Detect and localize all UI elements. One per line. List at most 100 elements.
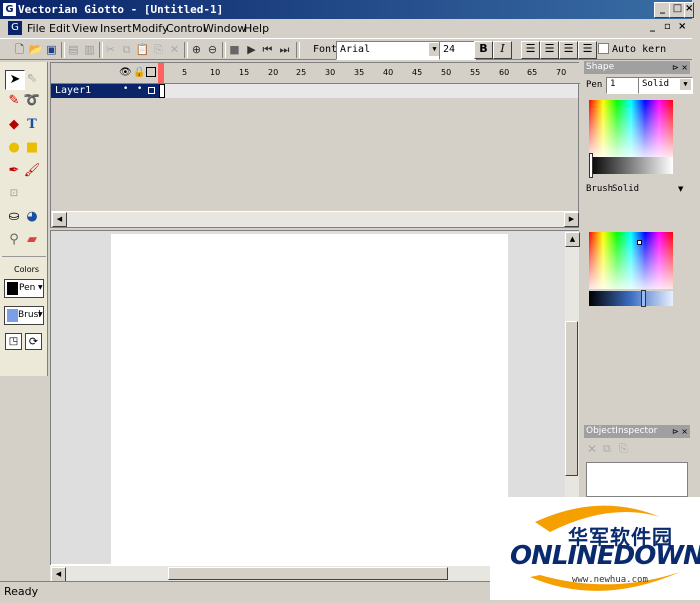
brush-style-value[interactable]: Solid (612, 184, 639, 194)
stop-icon[interactable]: ■ (227, 42, 242, 57)
paste-special-icon[interactable]: ⎘ (151, 42, 166, 57)
zoom-out-icon[interactable]: ⊖ (205, 42, 220, 57)
align-center-icon[interactable]: ☰ (540, 41, 559, 59)
justify-icon[interactable]: ☰ (578, 41, 597, 59)
menu-window[interactable]: Window (203, 22, 246, 35)
pencil-icon[interactable]: ✎ (5, 92, 23, 110)
save-icon[interactable]: ▣ (44, 42, 59, 57)
copy-icon[interactable]: ⧉ (119, 42, 134, 57)
pin-icon[interactable]: ⊳ (672, 63, 679, 72)
document-icon[interactable]: G (8, 21, 22, 35)
zoom-in-icon[interactable]: ⊕ (189, 42, 204, 57)
playhead[interactable] (158, 63, 164, 83)
italic-button[interactable]: I (493, 41, 512, 59)
menu-control[interactable]: Control (166, 22, 206, 35)
menu-file[interactable]: File (27, 22, 45, 35)
font-select[interactable]: Arial ▼ (336, 41, 442, 60)
menu-edit[interactable]: Edit (49, 22, 70, 35)
layer-lock-dot[interactable]: • (137, 84, 142, 94)
auto-kern-checkbox[interactable] (598, 43, 609, 54)
pin-icon[interactable]: ⊳ (672, 427, 679, 436)
pen-color-spectrum[interactable] (589, 100, 673, 157)
align-left-icon[interactable]: ☰ (521, 41, 540, 59)
eye-icon[interactable]: 👁 (119, 67, 132, 78)
delete-icon[interactable]: ✕ (167, 42, 182, 57)
chevron-down-icon[interactable]: ▼ (678, 185, 683, 193)
stage-canvas[interactable] (111, 234, 508, 565)
brush-color-select[interactable]: Brusl ▼ (4, 306, 44, 325)
oval-icon[interactable]: ● (5, 139, 23, 157)
arrow-select-icon[interactable]: ➤ (5, 70, 25, 90)
inspector-list[interactable] (586, 462, 688, 497)
forward-icon[interactable]: ⏭ (277, 42, 292, 57)
brush-icon[interactable]: 🖌 (23, 162, 41, 180)
subselect-icon[interactable]: ⇖ (23, 70, 41, 88)
paste-icon[interactable]: 📋 (135, 42, 150, 57)
transform-icon[interactable]: ⊡ (5, 185, 23, 203)
bold-button[interactable]: B (474, 41, 493, 59)
font-size-input[interactable]: 24 (439, 41, 476, 60)
scroll-thumb[interactable] (565, 321, 578, 476)
ink-bottle-icon[interactable]: ◕ (23, 208, 41, 226)
menu-help[interactable]: Help (244, 22, 269, 35)
layer-name[interactable]: Layer1 (51, 84, 159, 98)
pen-tool-icon[interactable]: ✒ (5, 162, 23, 180)
doc-minimize-button[interactable]: _ (650, 21, 655, 32)
swap-colors-icon[interactable]: ⟳ (25, 333, 42, 350)
frame-number: 35 (354, 68, 365, 77)
slider-handle[interactable] (641, 290, 646, 307)
pen-color-select[interactable]: Pen ▼ (4, 279, 44, 298)
play-icon[interactable]: ▶ (244, 42, 259, 57)
close-icon[interactable]: × (681, 427, 688, 436)
pen-style-select[interactable]: Solid ▼ (638, 77, 693, 94)
frame-number: 65 (527, 68, 538, 77)
eraser-icon[interactable]: ▰ (23, 231, 41, 249)
new-file-icon[interactable]: 🗋 (12, 42, 27, 57)
default-colors-icon[interactable]: ◳ (5, 333, 22, 350)
scroll-right-icon[interactable]: ▶ (564, 212, 579, 227)
brush-color-spectrum[interactable] (589, 232, 673, 289)
scroll-up-icon[interactable]: ▲ (565, 232, 580, 247)
print-preview-icon[interactable]: ▥ (82, 42, 97, 57)
lasso-icon[interactable]: ➰ (23, 92, 41, 110)
layer-visible-dot[interactable]: • (123, 84, 128, 94)
cut-icon[interactable]: ✂ (103, 42, 118, 57)
chevron-down-icon[interactable]: ▼ (680, 79, 691, 90)
close-icon[interactable]: × (681, 63, 688, 72)
scroll-thumb[interactable] (168, 567, 448, 580)
slider-handle[interactable] (589, 153, 593, 178)
inspector-panel-title: ObjectInspector (586, 426, 658, 436)
close-button[interactable]: × (684, 2, 694, 18)
keyframe-cell[interactable] (159, 84, 165, 98)
text-tool-icon[interactable]: T (23, 116, 41, 134)
print-icon[interactable]: ▤ (66, 42, 81, 57)
app-icon[interactable]: G (3, 3, 16, 16)
timeline-hscrollbar[interactable]: ◀ ▶ (51, 211, 579, 227)
rectangle-icon[interactable]: ■ (23, 139, 41, 157)
stage-hscrollbar[interactable]: ◀ (50, 565, 490, 582)
pen-brightness-bar[interactable] (589, 153, 673, 178)
rewind-icon[interactable]: ⏮ (260, 42, 275, 57)
doc-close-button[interactable]: × (678, 21, 686, 32)
open-folder-icon[interactable]: 📂 (28, 42, 43, 57)
pen-width-input[interactable]: 1 (606, 77, 640, 94)
eyedropper-icon[interactable]: ⚲ (5, 231, 23, 249)
align-right-icon[interactable]: ☰ (559, 41, 578, 59)
scroll-left-icon[interactable]: ◀ (51, 567, 66, 582)
shapes-icon[interactable]: ◆ (5, 116, 23, 134)
layer-row[interactable]: Layer1 • • (51, 84, 578, 98)
paste-icon[interactable]: ⎘ (619, 442, 628, 456)
lock-icon[interactable]: 🔒 (133, 67, 145, 78)
outline-icon[interactable] (146, 67, 156, 77)
paint-bucket-icon[interactable]: ⛀ (5, 208, 23, 226)
scroll-left-icon[interactable]: ◀ (52, 212, 67, 227)
layer-outline-box[interactable] (148, 87, 155, 94)
color-picker-cursor[interactable] (637, 240, 642, 245)
doc-restore-button[interactable]: ▫ (664, 21, 671, 32)
brush-brightness-bar[interactable] (589, 290, 673, 307)
delete-icon[interactable]: ✕ (587, 442, 597, 456)
menu-insert[interactable]: Insert (100, 22, 132, 35)
copy-icon[interactable]: ⧉ (603, 442, 611, 456)
menu-modify[interactable]: Modify (132, 22, 168, 35)
menu-view[interactable]: View (72, 22, 98, 35)
